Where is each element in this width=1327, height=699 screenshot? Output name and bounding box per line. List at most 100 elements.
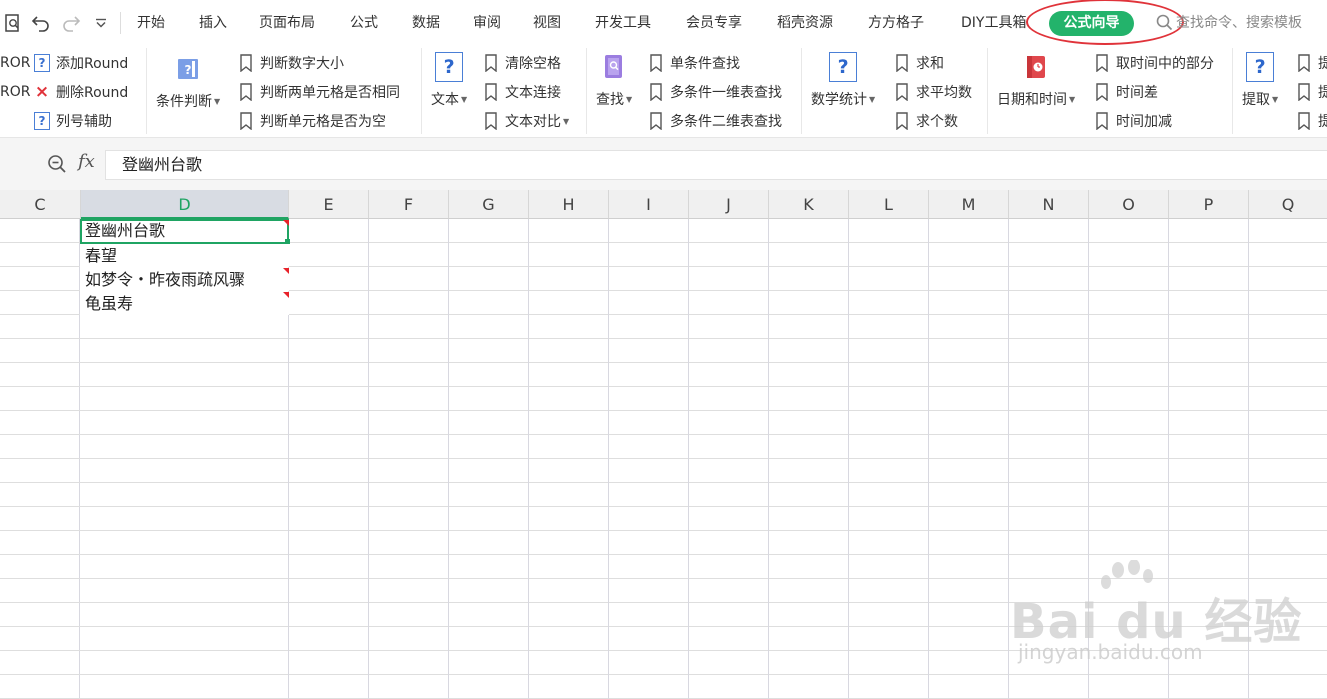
column-helper-button[interactable]: ? 列号辅助 (34, 110, 112, 132)
tab-insert[interactable]: 插入 (199, 13, 227, 33)
search-icon[interactable] (1156, 14, 1173, 35)
tab-view[interactable]: 视图 (533, 13, 561, 33)
bookmark-icon (648, 112, 664, 130)
tab-fangfang-grid[interactable]: 方方格子 (868, 13, 924, 33)
tab-docer-resources[interactable]: 稻壳资源 (777, 13, 833, 33)
cell-d2[interactable]: 春望 (80, 244, 289, 267)
formula-input[interactable]: 登幽州台歌 (105, 150, 1327, 180)
column-header-l[interactable]: L (849, 190, 929, 219)
date-time-button[interactable]: 日期和时间 ▼ (997, 52, 1075, 109)
time-difference-button[interactable]: 时间差 (1094, 81, 1158, 103)
sum-button[interactable]: 求和 (894, 52, 944, 74)
extract-item-button[interactable]: 提 (1296, 81, 1327, 103)
tab-data[interactable]: 数据 (412, 13, 440, 33)
group-divider (421, 48, 422, 134)
column-gridline (608, 219, 609, 699)
column-header-f[interactable]: F (369, 190, 449, 219)
cell-d1[interactable]: 登幽州台歌 (80, 219, 289, 244)
column-header-e[interactable]: E (289, 190, 369, 219)
column-header-q[interactable]: Q (1249, 190, 1327, 219)
extract-label: 提取 (1242, 92, 1270, 108)
extract-time-part-button[interactable]: 取时间中的部分 (1094, 52, 1214, 74)
average-label: 求平均数 (916, 85, 972, 101)
clear-spaces-button[interactable]: 清除空格 (483, 52, 561, 74)
single-condition-lookup-button[interactable]: 单条件查找 (648, 52, 740, 74)
help-box-icon: ? (1245, 52, 1275, 82)
chevron-down-icon: ▼ (1069, 94, 1076, 104)
menu-bar: 开始 插入 页面布局 公式 数据 审阅 视图 开发工具 会员专享 稻壳资源 方方… (0, 0, 1327, 46)
text-concat-button[interactable]: 文本连接 (483, 81, 561, 103)
judge-cells-equal-label: 判断两单元格是否相同 (260, 85, 400, 101)
column-header-i[interactable]: I (609, 190, 689, 219)
bookmark-icon (648, 83, 664, 101)
tab-developer[interactable]: 开发工具 (595, 13, 651, 33)
close-icon: × (34, 82, 50, 102)
judge-number-size-button[interactable]: 判断数字大小 (238, 52, 344, 74)
condition-judge-button[interactable]: ? 条件判断 ▼ (156, 54, 220, 111)
insert-function-icon[interactable]: fx (78, 151, 95, 172)
clear-spaces-label: 清除空格 (505, 56, 561, 72)
undo-icon[interactable] (28, 9, 54, 37)
text-compare-button[interactable]: 文本对比 ▼ (483, 110, 569, 132)
cell-comment-indicator (283, 292, 289, 298)
ror-item[interactable]: ROR (0, 52, 30, 74)
customize-quick-access-icon[interactable] (88, 9, 114, 37)
average-button[interactable]: 求平均数 (894, 81, 972, 103)
tab-formula-wizard[interactable]: 公式向导 (1049, 11, 1134, 36)
column-header-c[interactable]: C (0, 190, 81, 219)
lookup-button[interactable]: 查找 ▼ (596, 52, 632, 109)
tab-formulas[interactable]: 公式 (350, 13, 378, 33)
cell-d4[interactable]: 龟虽寿 (80, 292, 289, 315)
math-stats-button[interactable]: ? 数学统计 ▼ (811, 52, 875, 109)
add-round-button[interactable]: ? 添加Round (34, 52, 128, 74)
fill-handle[interactable] (285, 239, 290, 244)
search-input[interactable]: 查找命令、搜索模板 (1176, 13, 1302, 33)
bookmark-icon (483, 83, 499, 101)
print-preview-icon[interactable] (0, 9, 26, 37)
column-header-n[interactable]: N (1009, 190, 1089, 219)
zoom-icon[interactable] (47, 154, 67, 178)
column-header-k[interactable]: K (769, 190, 849, 219)
cell-d3[interactable]: 如梦令・昨夜雨疏风骤 (80, 268, 289, 291)
time-add-subtract-button[interactable]: 时间加减 (1094, 110, 1172, 132)
tab-home[interactable]: 开始 (137, 13, 165, 33)
column-header-h[interactable]: H (529, 190, 609, 219)
tab-diy-toolbox[interactable]: DIY工具箱 (961, 13, 1026, 33)
column-gridline (288, 219, 289, 699)
column-header-m[interactable]: M (929, 190, 1009, 219)
column-header-g[interactable]: G (449, 190, 529, 219)
tab-page-layout[interactable]: 页面布局 (259, 13, 315, 33)
multi-condition-2d-lookup-button[interactable]: 多条件二维表查找 (648, 110, 782, 132)
bookmark-icon (483, 54, 499, 72)
extract-item-button[interactable]: 提 (1296, 110, 1327, 132)
column-header-p[interactable]: P (1169, 190, 1249, 219)
text-concat-label: 文本连接 (505, 85, 561, 101)
extract-button[interactable]: ? 提取 ▼ (1242, 52, 1278, 109)
judge-cells-equal-button[interactable]: 判断两单元格是否相同 (238, 81, 400, 103)
ror-item[interactable]: ROR (0, 81, 30, 103)
bookmark-icon (238, 112, 254, 130)
lookup-label: 查找 (596, 92, 624, 108)
column-header-j[interactable]: J (689, 190, 769, 219)
help-box-icon: ? (34, 54, 50, 72)
column-gridline (1168, 219, 1169, 699)
time-difference-label: 时间差 (1116, 85, 1158, 101)
multi-condition-1d-lookup-button[interactable]: 多条件一维表查找 (648, 81, 782, 103)
ribbon-toolbar: ROR ROR ? 添加Round × 删除Round ? 列号辅助 ? 条件判… (0, 46, 1327, 138)
tab-member[interactable]: 会员专享 (686, 13, 742, 33)
column-header-o[interactable]: O (1089, 190, 1169, 219)
text-button[interactable]: ? 文本 ▼ (431, 52, 467, 109)
column-header-d[interactable]: D (81, 190, 289, 219)
redo-icon[interactable] (58, 9, 84, 37)
help-box-icon: ? (434, 52, 464, 82)
judge-cell-empty-button[interactable]: 判断单元格是否为空 (238, 110, 386, 132)
svg-text:?: ? (185, 63, 192, 77)
math-stats-label: 数学统计 (811, 92, 867, 108)
tab-review[interactable]: 审阅 (473, 13, 501, 33)
delete-round-button[interactable]: × 删除Round (34, 81, 128, 103)
count-label: 求个数 (916, 114, 958, 130)
bookmark-icon (1296, 83, 1312, 101)
text-compare-label: 文本对比 (505, 114, 561, 130)
count-button[interactable]: 求个数 (894, 110, 958, 132)
extract-item-button[interactable]: 提 (1296, 52, 1327, 74)
